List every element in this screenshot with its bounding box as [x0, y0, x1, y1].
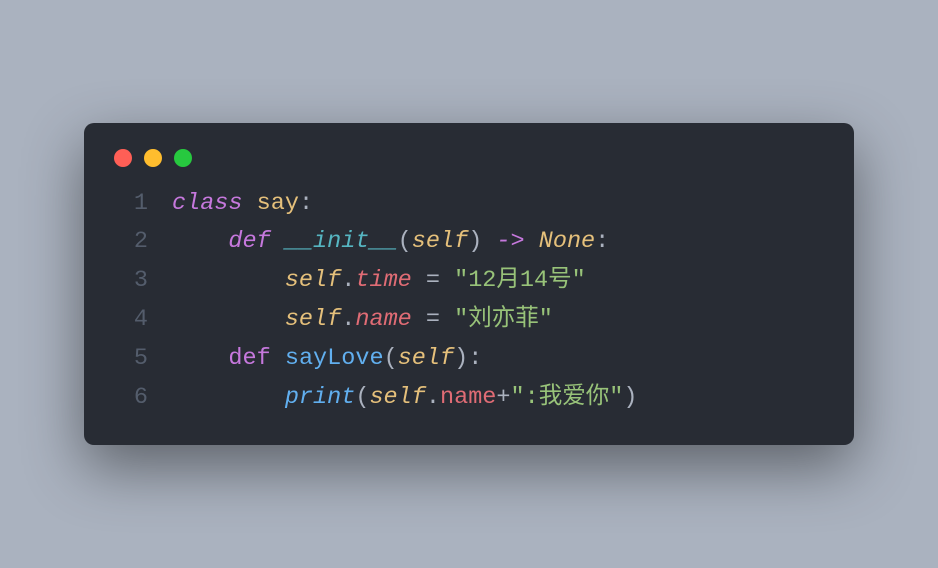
self: self: [285, 306, 341, 333]
code-line: 6 print(self.name+":我爱你"): [110, 379, 828, 418]
code-line: 4 self.name = "刘亦菲": [110, 301, 828, 340]
code-content: self.time = "12月14号": [172, 262, 586, 301]
code-line: 5 def sayLove(self):: [110, 340, 828, 379]
string-love: ":我爱你": [511, 384, 624, 411]
code-content: class say:: [172, 185, 313, 224]
rparen: ): [454, 345, 468, 372]
lparen: (: [398, 228, 412, 255]
code-content: print(self.name+":我爱你"): [172, 379, 637, 418]
keyword-class: class: [172, 190, 243, 217]
colon: :: [468, 345, 482, 372]
attr-name: name: [355, 306, 411, 333]
assign: =: [412, 306, 454, 333]
code-line: 2 def __init__(self) -> None:: [110, 223, 828, 262]
lparen: (: [384, 345, 398, 372]
zoom-icon[interactable]: [174, 149, 192, 167]
attr-name: name: [440, 384, 496, 411]
line-number: 5: [110, 340, 148, 379]
fn-sayLove: sayLove: [285, 345, 384, 372]
class-name: say: [257, 190, 299, 217]
keyword-def: def: [228, 345, 270, 372]
string-name: "刘亦菲": [454, 306, 553, 333]
dot: .: [341, 267, 355, 294]
line-number: 2: [110, 223, 148, 262]
code-window: 1 class say: 2 def __init__(self) -> Non…: [84, 123, 854, 446]
dot: .: [426, 384, 440, 411]
line-number: 6: [110, 379, 148, 418]
window-titlebar: [110, 145, 828, 185]
self: self: [369, 384, 425, 411]
line-number: 4: [110, 301, 148, 340]
assign: =: [412, 267, 454, 294]
param-self: self: [398, 345, 454, 372]
arrow: ->: [482, 228, 538, 255]
rparen: ): [623, 384, 637, 411]
keyword-def: def: [228, 228, 270, 255]
code-area: 1 class say: 2 def __init__(self) -> Non…: [110, 185, 828, 418]
code-line: 1 class say:: [110, 185, 828, 224]
code-line: 3 self.time = "12月14号": [110, 262, 828, 301]
dot: .: [341, 306, 355, 333]
self: self: [285, 267, 341, 294]
fn-init: __init__: [285, 228, 398, 255]
plus: +: [496, 384, 510, 411]
string-time: "12月14号": [454, 267, 586, 294]
line-number: 1: [110, 185, 148, 224]
minimize-icon[interactable]: [144, 149, 162, 167]
code-content: self.name = "刘亦菲": [172, 301, 553, 340]
code-content: def __init__(self) -> None:: [172, 223, 609, 262]
fn-print: print: [285, 384, 356, 411]
code-content: def sayLove(self):: [172, 340, 482, 379]
close-icon[interactable]: [114, 149, 132, 167]
attr-time: time: [355, 267, 411, 294]
rparen: ): [468, 228, 482, 255]
lparen: (: [355, 384, 369, 411]
line-number: 3: [110, 262, 148, 301]
colon: :: [299, 190, 313, 217]
param-self: self: [412, 228, 468, 255]
colon: :: [595, 228, 609, 255]
return-none: None: [539, 228, 595, 255]
